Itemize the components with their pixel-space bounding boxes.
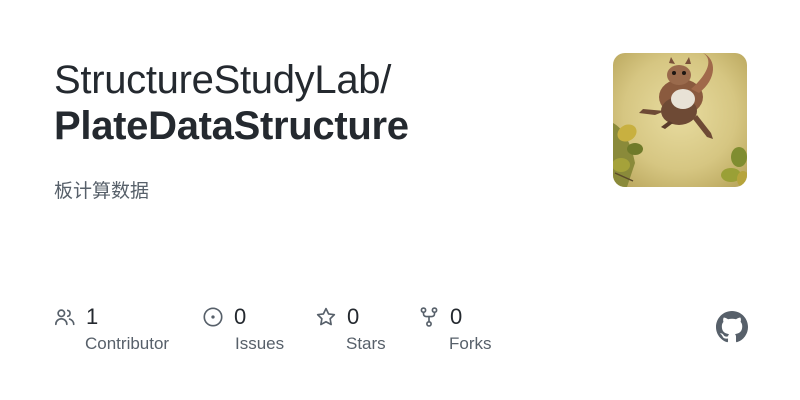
fork-icon bbox=[420, 307, 438, 327]
repo-avatar bbox=[613, 53, 747, 187]
stat-label: Issues bbox=[235, 334, 285, 353]
stat-label: Contributor bbox=[85, 334, 170, 353]
github-logo-icon[interactable] bbox=[716, 311, 748, 343]
repo-owner[interactable]: StructureStudyLab/ bbox=[54, 58, 391, 103]
repo-description: 板计算数据 bbox=[54, 180, 150, 202]
stat-value: 0 bbox=[347, 304, 360, 329]
stat-value: 0 bbox=[450, 304, 463, 329]
stat-forks[interactable]: 0 Forks bbox=[418, 303, 492, 353]
repo-name[interactable]: PlateDataStructure bbox=[54, 104, 409, 149]
stat-stars[interactable]: 0 Stars bbox=[315, 303, 386, 353]
people-icon bbox=[55, 309, 75, 326]
stat-contributors[interactable]: 1 Contributor bbox=[54, 303, 169, 353]
stat-issues[interactable]: 0 Issues bbox=[202, 303, 284, 353]
stat-value: 1 bbox=[86, 304, 99, 329]
stat-label: Stars bbox=[346, 334, 386, 353]
issue-icon bbox=[203, 307, 223, 327]
stat-label: Forks bbox=[449, 334, 492, 353]
stat-value: 0 bbox=[234, 304, 247, 329]
star-icon bbox=[316, 307, 336, 326]
